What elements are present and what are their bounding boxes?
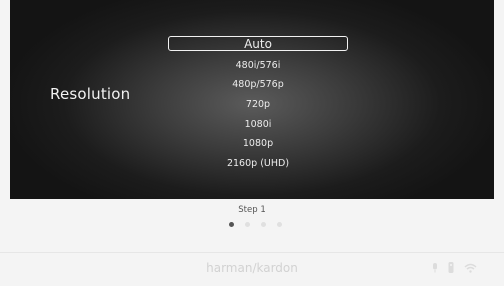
microphone-icon bbox=[432, 262, 438, 273]
step-dot-1 bbox=[229, 222, 234, 227]
wifi-icon bbox=[464, 263, 477, 273]
option-480i-576i[interactable]: 480i/576i bbox=[168, 56, 348, 76]
step-dot-4 bbox=[277, 222, 282, 227]
option-1080i[interactable]: 1080i bbox=[168, 115, 348, 135]
option-2160p-uhd[interactable]: 2160p (UHD) bbox=[168, 154, 348, 174]
step-dots bbox=[229, 222, 282, 227]
footer-divider bbox=[0, 252, 504, 253]
option-auto[interactable]: Auto bbox=[168, 36, 348, 51]
resolution-options: Auto 480i/576i 480p/576p 720p 1080i 1080… bbox=[168, 36, 348, 174]
step-dot-3 bbox=[261, 222, 266, 227]
step-dot-2 bbox=[245, 222, 250, 227]
remote-icon bbox=[448, 262, 454, 273]
setting-label: Resolution bbox=[50, 85, 131, 103]
option-480p-576p[interactable]: 480p/576p bbox=[168, 75, 348, 95]
option-1080p[interactable]: 1080p bbox=[168, 134, 348, 154]
step-indicator-label: Step 1 bbox=[238, 205, 266, 215]
tv-screen: Resolution Auto 480i/576i 480p/576p 720p… bbox=[10, 0, 494, 199]
brand-logo: harman/kardon bbox=[206, 261, 298, 275]
setup-frame: Resolution Auto 480i/576i 480p/576p 720p… bbox=[0, 0, 504, 286]
option-720p[interactable]: 720p bbox=[168, 95, 348, 115]
status-icons bbox=[432, 262, 477, 273]
